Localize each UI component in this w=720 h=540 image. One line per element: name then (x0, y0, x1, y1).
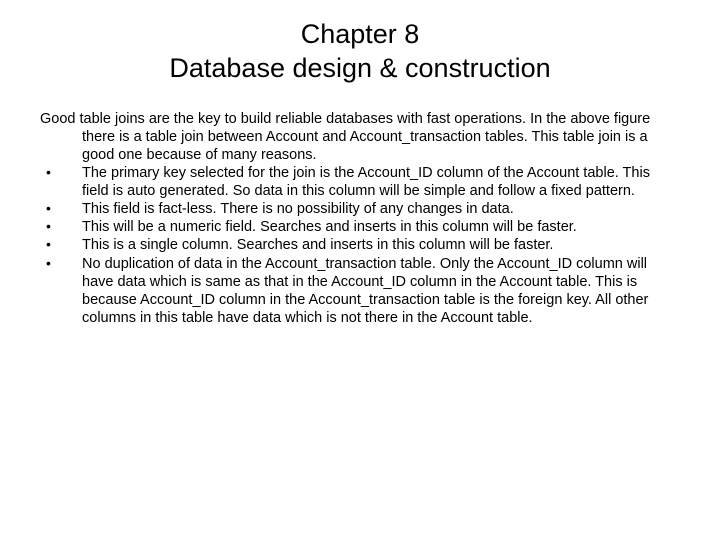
list-item-text: The primary key selected for the join is… (82, 164, 680, 200)
list-item: • No duplication of data in the Account_… (40, 255, 680, 328)
intro-paragraph: Good table joins are the key to build re… (40, 110, 680, 164)
list-item-text: This is a single column. Searches and in… (82, 236, 680, 254)
title-line-2: Database design & construction (80, 52, 640, 86)
slide-body: Good table joins are the key to build re… (40, 110, 680, 328)
bullet-icon: • (40, 164, 82, 182)
list-item: • This field is fact-less. There is no p… (40, 200, 680, 218)
list-item: • The primary key selected for the join … (40, 164, 680, 200)
bullet-icon: • (40, 200, 82, 218)
list-item-text: This field is fact-less. There is no pos… (82, 200, 680, 218)
list-item-text: No duplication of data in the Account_tr… (82, 255, 680, 328)
bullet-icon: • (40, 236, 82, 254)
bullet-icon: • (40, 255, 82, 273)
list-item-text: This will be a numeric field. Searches a… (82, 218, 680, 236)
bullet-icon: • (40, 218, 82, 236)
list-item: • This is a single column. Searches and … (40, 236, 680, 254)
bullet-list: • The primary key selected for the join … (40, 164, 680, 327)
title-line-1: Chapter 8 (80, 18, 640, 52)
slide-title: Chapter 8 Database design & construction (40, 18, 680, 86)
list-item: • This will be a numeric field. Searches… (40, 218, 680, 236)
